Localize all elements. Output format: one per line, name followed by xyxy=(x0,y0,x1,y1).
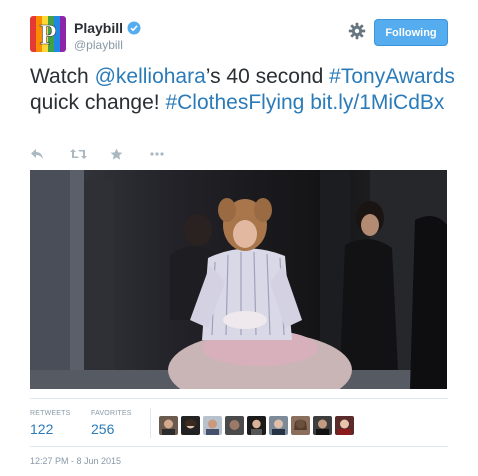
user-avatar[interactable] xyxy=(203,416,222,435)
user-avatar[interactable] xyxy=(269,416,288,435)
avatar[interactable]: P xyxy=(30,16,66,52)
favoriter-avatars xyxy=(159,416,354,435)
user-avatar-image xyxy=(335,416,354,435)
hashtag-link[interactable]: #TonyAwards xyxy=(329,65,455,88)
user-avatar[interactable] xyxy=(247,416,266,435)
retweets-stat[interactable]: RETWEETS 122 xyxy=(30,410,71,437)
user-avatar-image xyxy=(181,416,200,435)
more-icon xyxy=(150,152,164,156)
retweets-label: RETWEETS xyxy=(30,410,71,417)
more-button[interactable] xyxy=(150,146,190,162)
tweet-media-image[interactable] xyxy=(30,170,447,389)
retweet-button[interactable] xyxy=(70,146,110,162)
user-avatar[interactable] xyxy=(181,416,200,435)
favorites-stat[interactable]: FAVORITES 256 xyxy=(91,410,132,437)
user-avatar[interactable] xyxy=(335,416,354,435)
favorite-icon xyxy=(110,148,123,160)
user-avatar-image xyxy=(269,416,288,435)
tweet-actions xyxy=(30,146,190,162)
favorites-count[interactable]: 256 xyxy=(91,421,132,437)
account-name-row[interactable]: Playbill xyxy=(74,20,141,36)
user-avatar-image xyxy=(225,416,244,435)
user-avatar-image xyxy=(291,416,310,435)
user-avatar[interactable] xyxy=(225,416,244,435)
tweet-timestamp[interactable]: 12:27 PM - 8 Jun 2015 xyxy=(30,456,121,466)
tweet-text: Watch @kelliohara’s 40 second #TonyAward… xyxy=(30,64,460,116)
favorites-label: FAVORITES xyxy=(91,410,132,417)
hashtag-link[interactable]: #ClothesFlying xyxy=(165,91,304,114)
user-avatar[interactable] xyxy=(313,416,332,435)
following-button-label: Following xyxy=(385,26,437,39)
mention-link[interactable]: @kelliohara xyxy=(95,65,206,88)
account-name[interactable]: Playbill xyxy=(74,20,123,36)
retweet-icon xyxy=(70,149,87,159)
gear-icon[interactable] xyxy=(348,22,366,40)
backstage-photo xyxy=(30,170,447,389)
retweets-count[interactable]: 122 xyxy=(30,421,71,437)
playbill-logo: P xyxy=(30,16,66,52)
favorite-button[interactable] xyxy=(110,146,150,162)
divider xyxy=(30,398,448,399)
reply-icon xyxy=(31,149,43,159)
user-avatar-image xyxy=(203,416,222,435)
tweet-text-part: ’s 40 second xyxy=(205,65,330,88)
account-handle[interactable]: @playbill xyxy=(74,38,123,52)
following-button[interactable]: Following xyxy=(374,19,448,46)
tweet-text-part: Watch xyxy=(30,65,95,88)
tweet-text-part: quick change! xyxy=(30,91,166,114)
url-link[interactable]: bit.ly/1MiCdBx xyxy=(310,91,444,114)
reply-button[interactable] xyxy=(30,146,70,162)
divider xyxy=(30,446,448,447)
stats-separator xyxy=(150,408,151,438)
user-avatar-image xyxy=(313,416,332,435)
user-avatar[interactable] xyxy=(159,416,178,435)
user-avatar-image xyxy=(247,416,266,435)
user-avatar[interactable] xyxy=(291,416,310,435)
svg-text:P: P xyxy=(39,20,56,51)
verified-badge-icon xyxy=(127,21,141,35)
user-avatar-image xyxy=(159,416,178,435)
